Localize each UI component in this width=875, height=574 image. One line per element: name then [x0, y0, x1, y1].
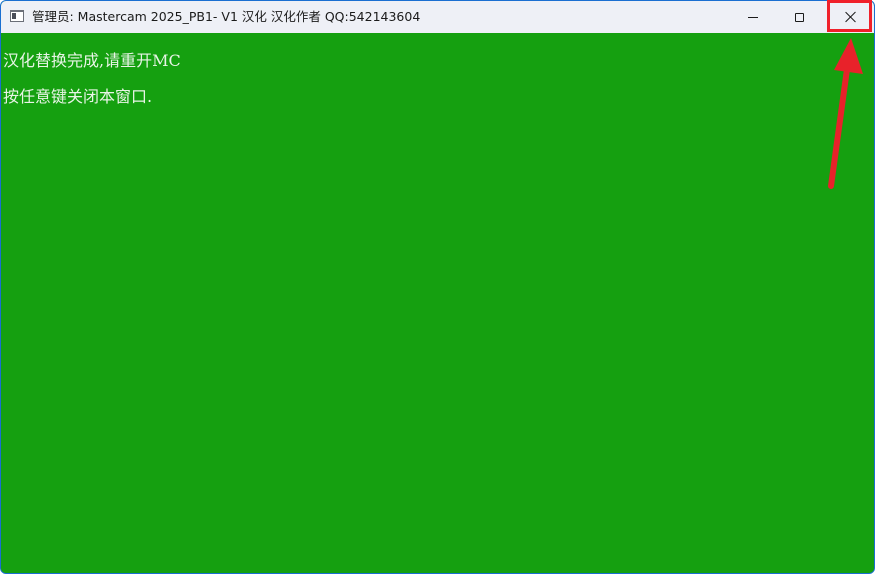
window-title: 管理员: Mastercam 2025_PB1- V1 汉化 汉化作者 QQ:5…: [32, 9, 421, 24]
maximize-button[interactable]: [776, 1, 822, 33]
close-icon: [844, 11, 856, 23]
close-button[interactable]: [827, 1, 873, 33]
console-output[interactable]: 汉化替换完成,请重开MC 按任意键关闭本窗口.: [1, 33, 874, 573]
console-line: 按任意键关闭本窗口.: [3, 87, 153, 106]
title-bar[interactable]: 管理员: Mastercam 2025_PB1- V1 汉化 汉化作者 QQ:5…: [1, 1, 874, 33]
maximize-icon: [794, 12, 804, 22]
minimize-icon: [748, 16, 758, 18]
console-window-icon[interactable]: [10, 10, 24, 22]
console-window: 管理员: Mastercam 2025_PB1- V1 汉化 汉化作者 QQ:5…: [0, 0, 875, 574]
console-line: 汉化替换完成,请重开MC: [3, 51, 181, 70]
minimize-button[interactable]: [730, 1, 776, 33]
